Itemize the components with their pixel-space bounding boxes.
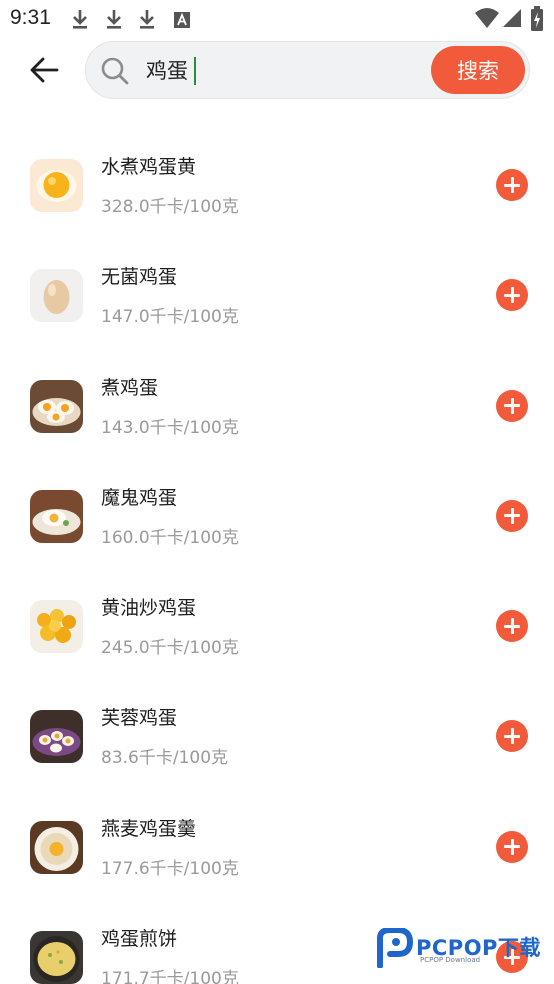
boiled-egg-thumbnail [30, 379, 83, 433]
oat-egg-custard-thumbnail [30, 820, 83, 874]
search-box: 搜索 [85, 41, 530, 99]
add-button[interactable] [496, 720, 528, 753]
search-input[interactable] [146, 52, 426, 88]
list-item[interactable]: 无菌鸡蛋 147.0千卡/100克 [0, 240, 554, 350]
status-bar: 9:31 [0, 0, 554, 38]
back-button[interactable] [22, 50, 66, 90]
food-name: 煮鸡蛋 [101, 376, 159, 399]
arrow-left-icon [30, 57, 59, 83]
list-item[interactable]: 燕麦鸡蛋羹 177.6千卡/100克 [0, 792, 554, 902]
cell-signal-icon [503, 9, 521, 27]
download-icon [73, 10, 87, 29]
food-name: 无菌鸡蛋 [101, 266, 178, 289]
search-button[interactable]: 搜索 [431, 46, 525, 94]
food-name: 黄油炒鸡蛋 [101, 597, 197, 620]
food-calories: 245.0千卡/100克 [101, 638, 239, 659]
add-button[interactable] [496, 830, 528, 863]
food-calories: 83.6千卡/100克 [101, 748, 229, 769]
watermark: PCPOP下载 PCPOP Download [376, 926, 552, 972]
battery-charging-icon [531, 6, 543, 31]
status-time: 9:31 [10, 6, 51, 29]
list-item[interactable]: 黄油炒鸡蛋 245.0千卡/100克 [0, 571, 554, 681]
list-item[interactable]: 芙蓉鸡蛋 83.6千卡/100克 [0, 681, 554, 791]
food-name: 芙蓉鸡蛋 [101, 707, 178, 730]
watermark-sub: PCPOP Download [420, 956, 481, 964]
add-button[interactable] [496, 499, 528, 532]
whole-egg-thumbnail [30, 269, 83, 323]
food-calories: 147.0千卡/100克 [101, 307, 239, 328]
list-item[interactable]: 水煮鸡蛋黄 328.0千卡/100克 [0, 130, 554, 240]
wifi-icon [475, 8, 499, 28]
food-name: 燕麦鸡蛋羹 [101, 817, 197, 840]
add-button[interactable] [496, 389, 528, 422]
egg-yolk-thumbnail [30, 159, 83, 212]
food-calories: 143.0千卡/100克 [101, 417, 239, 438]
egg-pancake-thumbnail [30, 931, 83, 984]
download-icon [140, 10, 154, 29]
search-row: 搜索 [0, 40, 554, 100]
food-calories: 171.7千卡/100克 [101, 969, 239, 984]
food-calories: 177.6千卡/100克 [101, 858, 239, 879]
add-button[interactable] [496, 610, 528, 643]
food-name: 鸡蛋煎饼 [101, 928, 178, 951]
food-calories: 328.0千卡/100克 [101, 197, 239, 217]
butter-scrambled-eggs-thumbnail [30, 600, 83, 654]
add-button[interactable] [496, 279, 528, 312]
food-calories: 160.0千卡/100克 [101, 527, 239, 548]
egg-foo-young-thumbnail [30, 710, 83, 764]
deviled-eggs-thumbnail [30, 489, 83, 543]
food-name: 魔鬼鸡蛋 [101, 486, 178, 509]
food-name: 水煮鸡蛋黄 [101, 156, 197, 178]
add-button[interactable] [496, 169, 528, 201]
text-caret [194, 57, 196, 85]
pcpop-logo-icon [377, 928, 414, 968]
list-item[interactable]: 煮鸡蛋 143.0千卡/100克 [0, 351, 554, 461]
font-a-icon [174, 12, 190, 28]
food-list: 水煮鸡蛋黄 328.0千卡/100克 无菌鸡蛋 147.0千卡/100克 煮鸡蛋… [0, 130, 554, 984]
search-icon [101, 57, 129, 85]
list-item[interactable]: 魔鬼鸡蛋 160.0千卡/100克 [0, 461, 554, 571]
download-icon [107, 10, 121, 29]
